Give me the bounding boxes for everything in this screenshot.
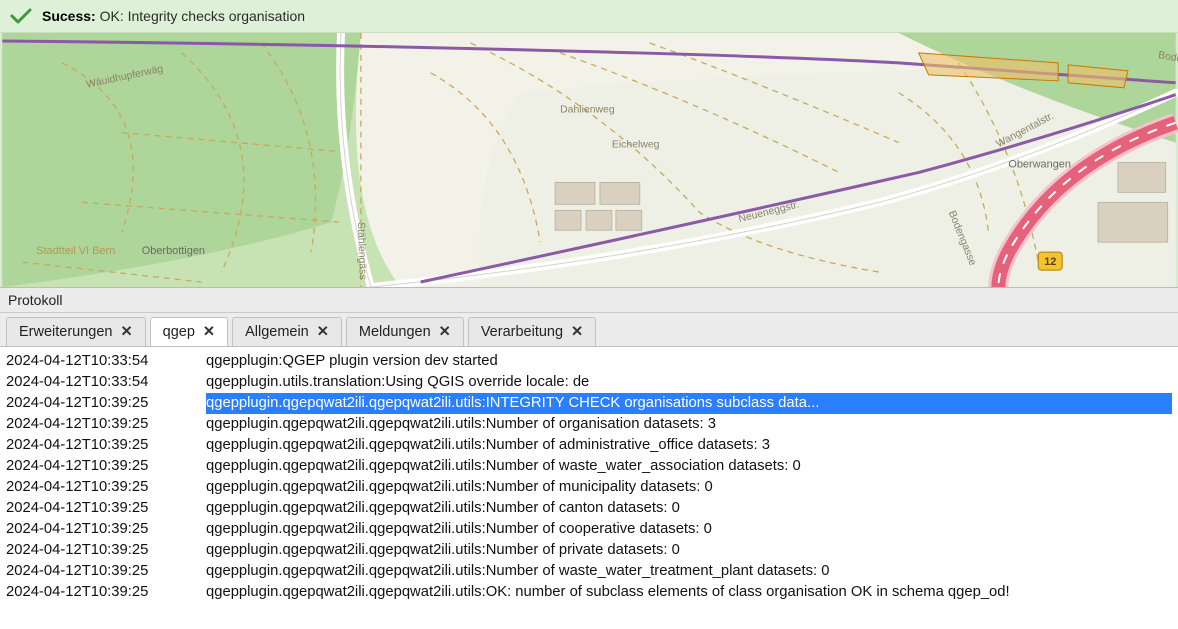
log-row[interactable]: 2024-04-12T10:39:25qgepplugin.qgepqwat2i… [6,393,1172,414]
close-icon[interactable]: ✕ [439,324,451,340]
tab-qgep[interactable]: qgep ✕ [150,317,228,346]
tab-bar: Erweiterungen✕qgep✕Allgemein✕Meldungen✕V… [0,313,1178,347]
tab-label: Verarbeitung [481,324,563,340]
close-icon[interactable]: ✕ [317,324,329,340]
log-timestamp: 2024-04-12T10:39:25 [6,477,206,498]
tab-label: Meldungen [359,324,431,340]
tab-label: Erweiterungen [19,324,113,340]
log-timestamp: 2024-04-12T10:39:25 [6,519,206,540]
map-canvas[interactable]: Wäuidhupferwäg Dahlienweg Eichelweg Stäh… [0,33,1178,288]
log-timestamp: 2024-04-12T10:39:25 [6,561,206,582]
log-message: qgepplugin.qgepqwat2ili.qgepqwat2ili.uti… [206,477,1172,498]
log-timestamp: 2024-04-12T10:39:25 [6,414,206,435]
close-icon[interactable]: ✕ [121,324,133,340]
log-row[interactable]: 2024-04-12T10:39:25qgepplugin.qgepqwat2i… [6,519,1172,540]
log-message: qgepplugin.qgepqwat2ili.qgepqwat2ili.uti… [206,435,1172,456]
success-bar: Sucess: OK: Integrity checks organisatio… [0,0,1178,33]
tab-label: qgep [163,324,195,340]
map-label: Oberwangen [1008,158,1071,170]
tab-label: Allgemein [245,324,309,340]
log-timestamp: 2024-04-12T10:39:25 [6,393,206,414]
map-label: Stählengäss [355,222,368,280]
log-row[interactable]: 2024-04-12T10:39:25qgepplugin.qgepqwat2i… [6,414,1172,435]
success-message: Sucess: OK: Integrity checks organisatio… [42,8,305,24]
log-message: qgepplugin.qgepqwat2ili.qgepqwat2ili.uti… [206,519,1172,540]
log-row[interactable]: 2024-04-12T10:39:25qgepplugin.qgepqwat2i… [6,477,1172,498]
map-label: Oberbottigen [142,245,205,257]
log-timestamp: 2024-04-12T10:39:25 [6,540,206,561]
log-row[interactable]: 2024-04-12T10:33:54qgepplugin:QGEP plugi… [6,351,1172,372]
log-area[interactable]: 2024-04-12T10:33:54qgepplugin:QGEP plugi… [0,347,1178,629]
close-icon[interactable]: ✕ [571,324,583,340]
log-timestamp: 2024-04-12T10:33:54 [6,351,206,372]
tab-verarbeitung[interactable]: Verarbeitung ✕ [468,317,596,346]
log-row[interactable]: 2024-04-12T10:39:25qgepplugin.qgepqwat2i… [6,498,1172,519]
close-icon[interactable]: ✕ [203,324,215,340]
log-row[interactable]: 2024-04-12T10:39:25qgepplugin.qgepqwat2i… [6,456,1172,477]
log-row[interactable]: 2024-04-12T10:39:25qgepplugin.qgepqwat2i… [6,561,1172,582]
log-timestamp: 2024-04-12T10:39:25 [6,435,206,456]
log-row[interactable]: 2024-04-12T10:33:54qgepplugin.utils.tran… [6,372,1172,393]
map-svg: Wäuidhupferwäg Dahlienweg Eichelweg Stäh… [0,33,1178,287]
tab-erweiterungen[interactable]: Erweiterungen ✕ [6,317,146,346]
log-message: qgepplugin.qgepqwat2ili.qgepqwat2ili.uti… [206,582,1172,603]
log-message: qgepplugin.qgepqwat2ili.qgepqwat2ili.uti… [206,393,1172,414]
log-message: qgepplugin.utils.translation:Using QGIS … [206,372,1172,393]
log-row[interactable]: 2024-04-12T10:39:25qgepplugin.qgepqwat2i… [6,582,1172,603]
panel-title: Protokoll [0,288,1178,313]
success-label-bold: Sucess: [42,8,96,24]
log-message: qgepplugin.qgepqwat2ili.qgepqwat2ili.uti… [206,561,1172,582]
map-label: Dahlienweg [560,105,615,116]
log-message: qgepplugin.qgepqwat2ili.qgepqwat2ili.uti… [206,456,1172,477]
log-row[interactable]: 2024-04-12T10:39:25qgepplugin.qgepqwat2i… [6,435,1172,456]
map-label: Eichelweg [612,140,660,151]
log-message: qgepplugin.qgepqwat2ili.qgepqwat2ili.uti… [206,498,1172,519]
log-message: qgepplugin.qgepqwat2ili.qgepqwat2ili.uti… [206,414,1172,435]
tab-meldungen[interactable]: Meldungen ✕ [346,317,464,346]
log-message: qgepplugin.qgepqwat2ili.qgepqwat2ili.uti… [206,540,1172,561]
log-timestamp: 2024-04-12T10:33:54 [6,372,206,393]
tab-allgemein[interactable]: Allgemein ✕ [232,317,342,346]
success-label-rest: OK: Integrity checks organisation [96,8,305,24]
log-timestamp: 2024-04-12T10:39:25 [6,456,206,477]
check-icon [10,8,32,24]
map-label: Stadtteil VI Bern [36,245,115,257]
log-timestamp: 2024-04-12T10:39:25 [6,498,206,519]
log-row[interactable]: 2024-04-12T10:39:25qgepplugin.qgepqwat2i… [6,540,1172,561]
log-message: qgepplugin:QGEP plugin version dev start… [206,351,1172,372]
log-timestamp: 2024-04-12T10:39:25 [6,582,206,603]
map-highway-badge: 12 [1044,256,1056,268]
